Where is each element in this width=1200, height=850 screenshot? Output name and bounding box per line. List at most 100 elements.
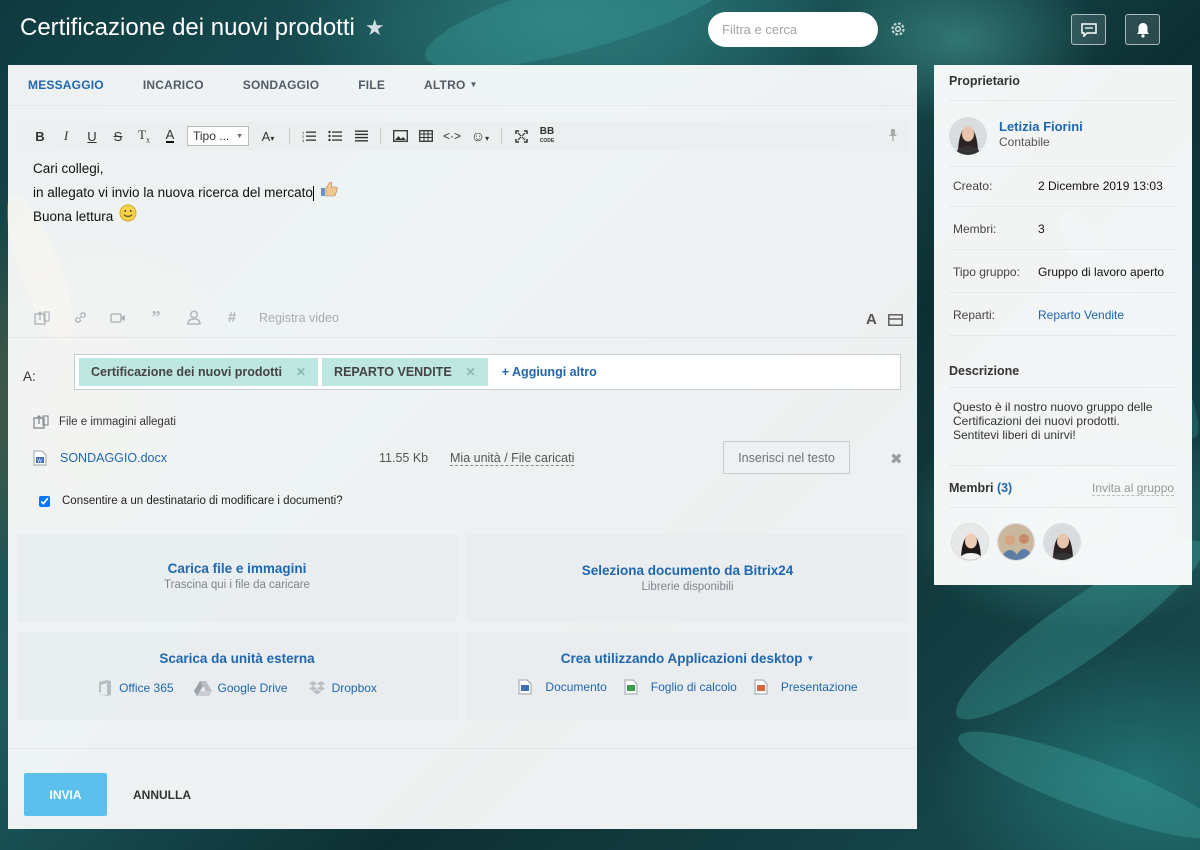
- font-size-button[interactable]: A▾: [253, 125, 283, 147]
- underline-button[interactable]: U: [79, 125, 105, 147]
- editor-toolbar: B I U S Tx A Tipo ... ▼ A▾ 123 <·> ☺▾ BB C…: [17, 122, 908, 150]
- info-value: 3: [1038, 222, 1045, 236]
- editor-line: Buona lettura: [33, 204, 338, 229]
- owner-card: Letizia Fiorini Contabile: [949, 117, 1083, 155]
- record-video-button[interactable]: Registra video: [259, 311, 339, 325]
- create-document-label: Documento: [545, 680, 607, 694]
- group-info-sidebar: Proprietario Letizia Fiorini Contabile C…: [934, 65, 1192, 585]
- upload-local-button[interactable]: Carica file e immagini Trascina qui i fi…: [17, 534, 457, 622]
- fullscreen-button[interactable]: [508, 125, 534, 147]
- attach-file-button[interactable]: [23, 310, 61, 325]
- select-bitrix-document-button[interactable]: Seleziona documento da Bitrix24 Librerie…: [467, 534, 908, 622]
- svg-text:3: 3: [302, 138, 305, 142]
- description-title: Descrizione: [949, 364, 1020, 378]
- quote-button[interactable]: ”: [137, 307, 175, 328]
- clear-format-icon: Tx: [138, 127, 150, 145]
- chat-icon: [1080, 22, 1097, 37]
- tab-messaggio[interactable]: MESSAGGIO: [28, 78, 104, 92]
- recipient-chip: REPARTO VENDITE ✕: [322, 358, 488, 386]
- avatar[interactable]: [951, 523, 989, 561]
- desktop-apps-title[interactable]: Crea utilizzando Applicazioni desktop ▼: [467, 651, 908, 666]
- user-icon: [187, 310, 201, 325]
- panel-toggle-icon[interactable]: [888, 314, 903, 326]
- bullet-list-button[interactable]: [322, 125, 348, 147]
- image-button[interactable]: [387, 125, 413, 147]
- font-select-value: Tipo ...: [193, 129, 230, 143]
- google-drive-icon: [193, 681, 212, 696]
- avatar[interactable]: [949, 117, 987, 155]
- send-button[interactable]: INVIA: [24, 773, 107, 816]
- remove-file-icon[interactable]: ✖: [890, 450, 903, 468]
- text-format-button[interactable]: A: [866, 311, 877, 328]
- bbcode-button[interactable]: BB CODE: [534, 125, 560, 147]
- file-name-link[interactable]: SONDAGGIO.docx: [60, 451, 167, 465]
- members-title-text: Membri: [949, 481, 994, 495]
- message-editor[interactable]: Cari collegi, in allegato vi invio la nu…: [33, 157, 338, 229]
- search-input[interactable]: [722, 22, 898, 37]
- remove-recipient-icon[interactable]: ✕: [466, 365, 476, 379]
- add-recipient-link[interactable]: + Aggiungi altro: [502, 365, 597, 379]
- font-color-button[interactable]: A: [157, 125, 183, 147]
- align-button[interactable]: [348, 125, 374, 147]
- recipients-label: A:: [23, 369, 36, 384]
- recipients-field[interactable]: Certificazione dei nuovi prodotti ✕ REPAR…: [74, 354, 901, 390]
- divider: [949, 206, 1178, 207]
- mention-button[interactable]: [175, 310, 213, 325]
- emoji-button[interactable]: ☺▾: [465, 125, 495, 147]
- chat-button[interactable]: [1071, 14, 1106, 45]
- create-spreadsheet-button[interactable]: Foglio di calcolo: [623, 679, 737, 695]
- pin-icon[interactable]: [888, 128, 898, 142]
- file-location-link[interactable]: Mia unità / File caricati: [450, 451, 575, 466]
- owner-name-link[interactable]: Letizia Fiorini: [999, 119, 1083, 134]
- clear-format-button[interactable]: Tx: [131, 125, 157, 147]
- bold-button[interactable]: B: [27, 125, 53, 147]
- upload-local-subtitle: Trascina qui i file da caricare: [164, 579, 310, 591]
- allow-edit-checkbox[interactable]: [39, 495, 50, 507]
- office365-button[interactable]: Office 365: [97, 679, 174, 697]
- avatar-image: [949, 117, 987, 155]
- avatar[interactable]: [1043, 523, 1081, 561]
- info-value: Gruppo di lavoro aperto: [1038, 265, 1165, 279]
- cancel-button[interactable]: ANNULLA: [133, 788, 191, 802]
- video-button[interactable]: [99, 312, 137, 324]
- tab-file[interactable]: FILE: [358, 78, 385, 92]
- numbered-list-button[interactable]: 123: [296, 125, 322, 147]
- invite-to-group-link[interactable]: Invita al gruppo: [1092, 481, 1175, 496]
- desktop-apps-title-text: Crea utilizzando Applicazioni desktop: [560, 651, 803, 666]
- dropbox-icon: [308, 681, 325, 695]
- link-button[interactable]: [61, 310, 99, 325]
- upload-file-icon: [34, 310, 50, 325]
- avatar[interactable]: [997, 523, 1035, 561]
- remove-recipient-icon[interactable]: ✕: [296, 365, 306, 379]
- create-presentation-button[interactable]: Presentazione: [753, 679, 858, 695]
- word-document-icon: W: [33, 450, 47, 466]
- numbered-list-icon: 123: [302, 130, 316, 142]
- tab-altro[interactable]: ALTRO ▼: [424, 78, 478, 92]
- divider: [949, 166, 1178, 167]
- gear-icon[interactable]: [889, 20, 907, 38]
- table-button[interactable]: [413, 125, 439, 147]
- external-drive-section: Scarica da unità esterna Office 365 Goog…: [17, 632, 457, 720]
- code-button[interactable]: <·>: [439, 125, 465, 147]
- search-box[interactable]: [708, 12, 898, 47]
- strikethrough-button[interactable]: S: [105, 125, 131, 147]
- divider: [949, 292, 1178, 293]
- notifications-button[interactable]: [1125, 14, 1160, 45]
- font-size-icon: A▾: [261, 128, 275, 144]
- tab-sondaggio[interactable]: SONDAGGIO: [243, 78, 319, 92]
- insert-in-text-button[interactable]: Inserisci nel testo: [723, 441, 850, 474]
- star-icon[interactable]: ★: [365, 15, 385, 41]
- google-drive-button[interactable]: Google Drive: [193, 679, 288, 697]
- create-document-button[interactable]: Documento: [517, 679, 607, 695]
- font-select[interactable]: Tipo ... ▼: [187, 126, 249, 146]
- upload-file-icon: [33, 415, 49, 429]
- select-bitrix-title: Seleziona documento da Bitrix24: [581, 563, 794, 578]
- create-spreadsheet-label: Foglio di calcolo: [650, 680, 737, 694]
- italic-button[interactable]: I: [53, 125, 79, 147]
- dropbox-button[interactable]: Dropbox: [308, 679, 377, 697]
- department-link[interactable]: Reparto Vendite: [1038, 308, 1124, 322]
- post-composer: MESSAGGIO INCARICO SONDAGGIO FILE ALTRO ▼…: [8, 65, 917, 829]
- hashtag-button[interactable]: #: [213, 309, 251, 326]
- tab-incarico[interactable]: INCARICO: [143, 78, 204, 92]
- quote-icon: ”: [151, 307, 161, 327]
